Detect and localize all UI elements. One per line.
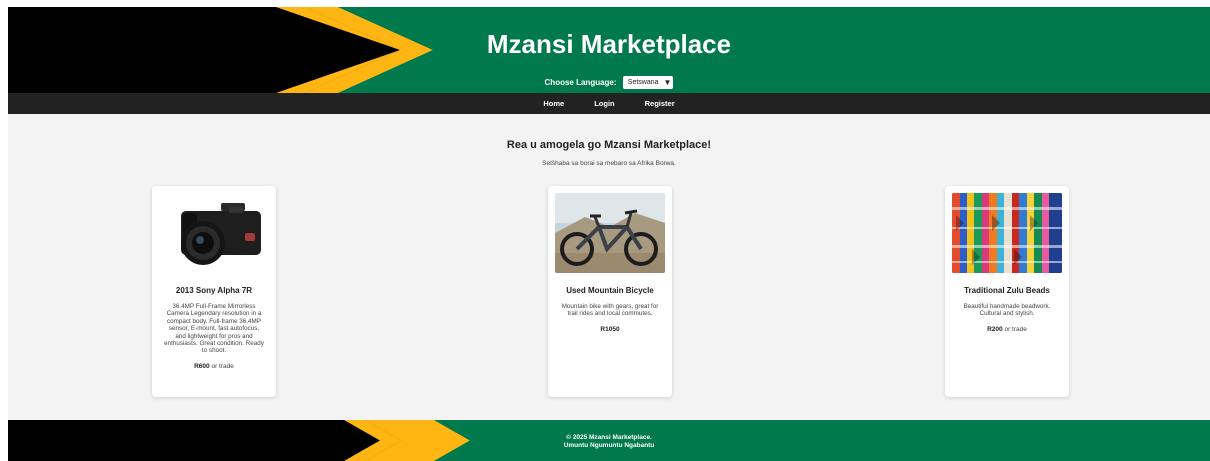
footer-text: © 2025 Mzansi Marketplace. Umuntu Ngumun…: [8, 434, 1210, 450]
main-content: Rea u amogela go Mzansi Marketplace! Set…: [8, 114, 1210, 420]
chevron-down-icon: ▼: [663, 77, 672, 87]
product-description-text: Beautiful handmade beadwork. Cultural an…: [963, 303, 1051, 318]
price-value: R1050: [600, 325, 620, 333]
price-suffix: or trade: [211, 362, 234, 370]
product-card[interactable]: Used Mountain Bicycle Mountain bike with…: [548, 186, 672, 397]
product-title: 2013 Sony Alpha 7R: [175, 286, 253, 295]
nav-login-link[interactable]: Login: [594, 99, 614, 108]
camera-image[interactable]: [159, 193, 269, 273]
footer-motto: Umuntu Ngumuntu Ngabantu: [563, 442, 655, 449]
product-card[interactable]: 2013 Sony Alpha 7R 36.4MP Full-Frame Mir…: [152, 186, 276, 397]
product-description: 36.4MP Full-Frame Mirrorless Camera Lege…: [164, 303, 264, 370]
footer-copyright: © 2025 Mzansi Marketplace.: [566, 434, 652, 441]
site-header: Mzansi Marketplace Choose Language: Sets…: [8, 7, 1210, 93]
product-card[interactable]: Traditional Zulu Beads Beautiful handmad…: [945, 186, 1069, 397]
product-description-text: Mountain bike with gears, great for trai…: [561, 303, 659, 318]
language-select[interactable]: Setswana ▼: [622, 76, 674, 89]
price-suffix: or trade: [1004, 325, 1027, 333]
language-label: Choose Language:: [544, 78, 617, 87]
language-selected-value: Setswana: [627, 79, 659, 86]
tagline: Setšhaba sa borai sa mebaro sa Afrika Bo…: [542, 160, 676, 167]
main-nav: Home Login Register: [8, 93, 1210, 114]
price-value: R200: [987, 325, 1003, 333]
bicycle-image[interactable]: [555, 193, 665, 273]
site-title: Mzansi Marketplace: [486, 29, 732, 59]
product-title: Traditional Zulu Beads: [964, 286, 1050, 295]
nav-home-link[interactable]: Home: [543, 99, 564, 108]
product-description: Beautiful handmade beadwork. Cultural an…: [957, 303, 1057, 333]
nav-register-link[interactable]: Register: [645, 99, 675, 108]
page: Mzansi Marketplace Choose Language: Sets…: [8, 7, 1210, 461]
welcome-heading: Rea u amogela go Mzansi Marketplace!: [506, 139, 712, 151]
product-description: Mountain bike with gears, great for trai…: [560, 303, 660, 333]
language-chooser: Choose Language: Setswana ▼: [8, 76, 1210, 89]
product-price: R200 or trade: [957, 326, 1057, 333]
product-description-text: 36.4MP Full-Frame Mirrorless Camera Lege…: [164, 303, 264, 355]
site-footer: © 2025 Mzansi Marketplace. Umuntu Ngumun…: [8, 420, 1210, 461]
beads-image[interactable]: [952, 193, 1062, 273]
price-value: R600: [194, 362, 210, 370]
product-price: R1050: [560, 326, 660, 333]
product-title: Used Mountain Bicycle: [566, 286, 654, 295]
product-price: R600 or trade: [164, 363, 264, 370]
